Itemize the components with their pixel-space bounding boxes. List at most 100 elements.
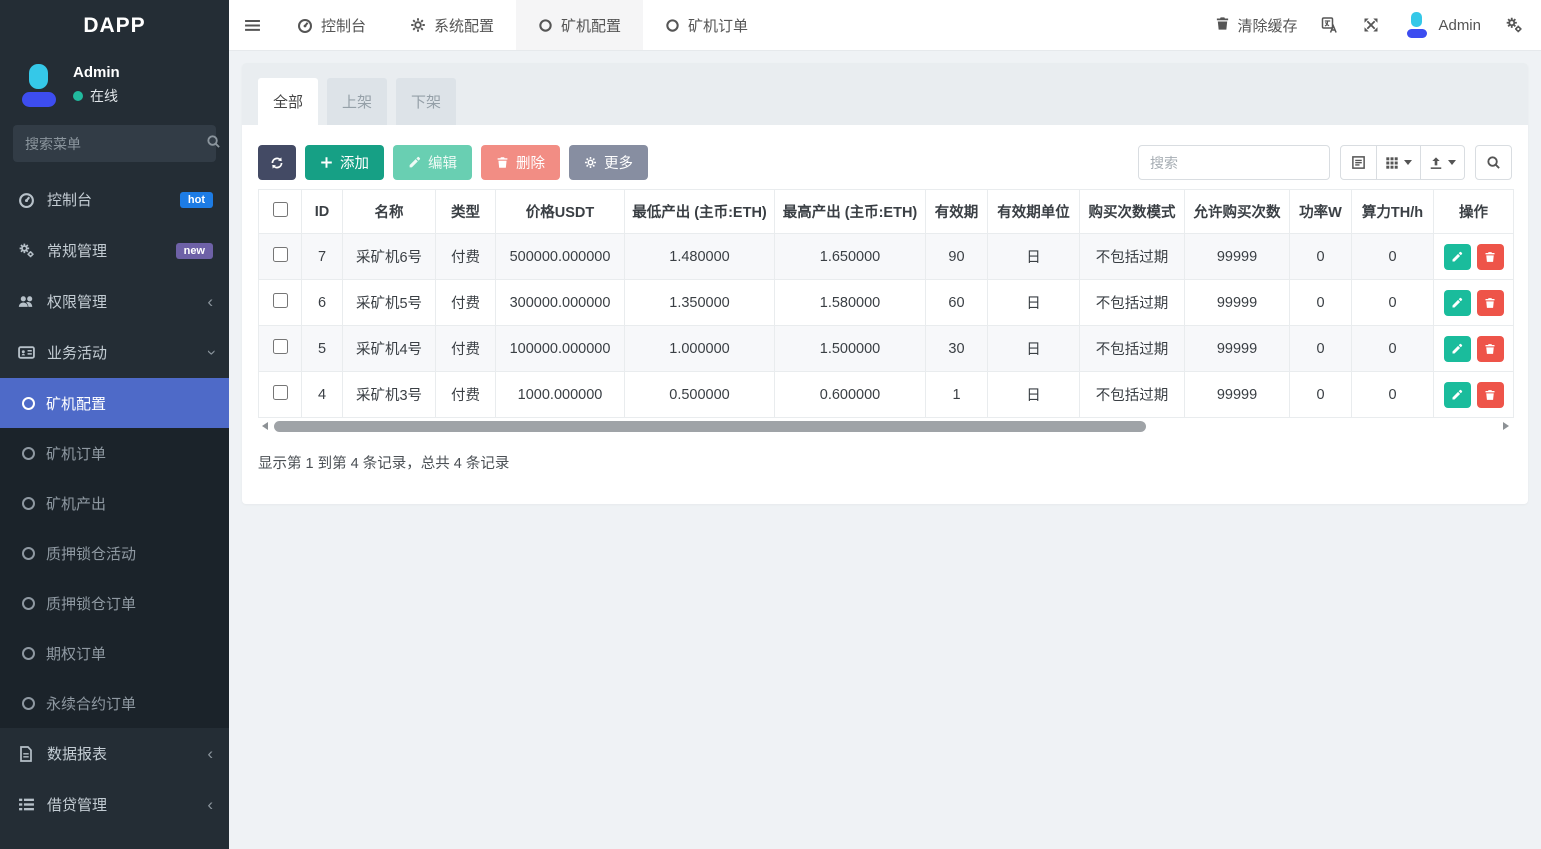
- sidebar-subitem-staking-orders[interactable]: 质押锁仓订单: [0, 578, 229, 628]
- sidebar-item-label: 借贷管理: [47, 794, 107, 815]
- export-button[interactable]: [1421, 145, 1465, 180]
- row-delete-button[interactable]: [1477, 290, 1504, 316]
- scroll-right-arrow-icon[interactable]: [1503, 422, 1509, 430]
- gear-icon: [584, 156, 597, 169]
- settings-button[interactable]: [1505, 16, 1523, 34]
- row-edit-button[interactable]: [1444, 382, 1471, 408]
- sidebar-item-permissions[interactable]: 权限管理 ‹: [0, 276, 229, 327]
- row-delete-button[interactable]: [1477, 336, 1504, 362]
- refresh-button[interactable]: [258, 145, 296, 180]
- col-min-output: 最低产出 (主币:ETH): [625, 190, 775, 234]
- pencil-icon: [408, 156, 421, 169]
- cell-power: 0: [1290, 372, 1352, 418]
- col-name: 名称: [343, 190, 436, 234]
- avatar-head: [1411, 12, 1422, 27]
- search-icon: [206, 134, 221, 154]
- sidebar-subitem-staking-activity[interactable]: 质押锁仓活动: [0, 528, 229, 578]
- pencil-icon: [1451, 389, 1463, 401]
- cell-period-unit: 日: [988, 234, 1080, 280]
- row-checkbox[interactable]: [273, 339, 288, 354]
- add-button-label: 添加: [340, 152, 369, 173]
- translate-button[interactable]: [1321, 16, 1339, 34]
- row-checkbox[interactable]: [273, 293, 288, 308]
- row-edit-button[interactable]: [1444, 336, 1471, 362]
- table-search-input[interactable]: [1138, 145, 1330, 180]
- cell-id: 6: [302, 280, 343, 326]
- tab-off-shelf[interactable]: 下架: [396, 78, 456, 125]
- row-checkbox[interactable]: [273, 247, 288, 262]
- nav-tab-miner-config[interactable]: 矿机配置: [516, 0, 643, 50]
- tab-on-shelf[interactable]: 上架: [327, 78, 387, 125]
- more-button[interactable]: 更多: [569, 145, 648, 180]
- chevron-left-icon: ‹: [207, 745, 213, 762]
- row-delete-button[interactable]: [1477, 382, 1504, 408]
- row-delete-button[interactable]: [1477, 244, 1504, 270]
- sidebar-item-reports[interactable]: 数据报表 ‹: [0, 728, 229, 779]
- edit-button[interactable]: 编辑: [393, 145, 472, 180]
- cell-hashrate: 0: [1352, 234, 1434, 280]
- select-all-checkbox[interactable]: [273, 202, 288, 217]
- toolbar-left: 添加 编辑 删除 更多: [258, 145, 648, 180]
- sidebar-item-label: 权限管理: [47, 291, 107, 312]
- cell-buy-mode: 不包括过期: [1080, 372, 1185, 418]
- cell-actions: [1434, 234, 1514, 280]
- cell-id: 4: [302, 372, 343, 418]
- scrollbar-thumb[interactable]: [274, 421, 1146, 432]
- menu-search-input[interactable]: [25, 136, 206, 152]
- table-row: 5 采矿机4号 付费 100000.000000 1.000000 1.5000…: [259, 326, 1514, 372]
- sidebar-subitem-miner-orders[interactable]: 矿机订单: [0, 428, 229, 478]
- cell-max-output: 1.500000: [775, 326, 926, 372]
- cell-type: 付费: [436, 280, 496, 326]
- tab-all[interactable]: 全部: [258, 78, 318, 125]
- cell-power: 0: [1290, 326, 1352, 372]
- scroll-left-arrow-icon[interactable]: [262, 422, 268, 430]
- columns-button[interactable]: [1377, 145, 1421, 180]
- detail-view-button[interactable]: [1340, 145, 1377, 180]
- sidebar-item-lending[interactable]: 借贷管理 ‹: [0, 779, 229, 830]
- cell-hashrate: 0: [1352, 372, 1434, 418]
- nav-tab-console[interactable]: 控制台: [275, 0, 388, 50]
- cell-buy-limit: 99999: [1185, 280, 1290, 326]
- user-menu[interactable]: Admin: [1403, 12, 1481, 38]
- hot-badge: hot: [180, 192, 213, 208]
- chevron-left-icon: ‹: [207, 796, 213, 813]
- clear-cache-button[interactable]: 清除缓存: [1215, 15, 1297, 36]
- cell-period: 1: [926, 372, 988, 418]
- search-button[interactable]: [1475, 145, 1512, 180]
- avatar-body: [22, 92, 56, 107]
- sidebar-subitem-miner-config[interactable]: 矿机配置: [0, 378, 229, 428]
- pagination-info: 显示第 1 到第 4 条记录，总共 4 条记录: [258, 452, 1512, 473]
- card-body: 添加 编辑 删除 更多: [242, 125, 1528, 489]
- cell-type: 付费: [436, 326, 496, 372]
- row-edit-button[interactable]: [1444, 244, 1471, 270]
- cell-name: 采矿机5号: [343, 280, 436, 326]
- cell-min-output: 1.480000: [625, 234, 775, 280]
- sidebar-item-business[interactable]: 业务活动 ‹: [0, 327, 229, 378]
- row-edit-button[interactable]: [1444, 290, 1471, 316]
- fullscreen-button[interactable]: [1363, 17, 1379, 33]
- delete-button[interactable]: 删除: [481, 145, 560, 180]
- refresh-icon: [270, 156, 284, 170]
- row-select-cell: [259, 372, 302, 418]
- col-max-output: 最高产出 (主币:ETH): [775, 190, 926, 234]
- sidebar-item-general[interactable]: 常规管理 new: [0, 225, 229, 276]
- trash-icon: [1484, 251, 1496, 263]
- menu-search: [13, 125, 216, 162]
- sidebar-subitem-option-orders[interactable]: 期权订单: [0, 628, 229, 678]
- menu-toggle-button[interactable]: [229, 0, 275, 50]
- col-power: 功率W: [1290, 190, 1352, 234]
- sidebar-subitem-label: 质押锁仓活动: [46, 543, 136, 564]
- row-checkbox[interactable]: [273, 385, 288, 400]
- main-content: 全部 上架 下架 添加 编辑: [229, 51, 1541, 849]
- sidebar-subitem-perpetual-orders[interactable]: 永续合约订单: [0, 678, 229, 728]
- sidebar-subitem-miner-output[interactable]: 矿机产出: [0, 478, 229, 528]
- horizontal-scrollbar[interactable]: [258, 420, 1513, 432]
- sidebar-item-console[interactable]: 控制台 hot: [0, 174, 229, 225]
- table-row: 7 采矿机6号 付费 500000.000000 1.480000 1.6500…: [259, 234, 1514, 280]
- add-button[interactable]: 添加: [305, 145, 384, 180]
- cell-id: 5: [302, 326, 343, 372]
- col-price: 价格USDT: [496, 190, 625, 234]
- nav-tab-miner-orders[interactable]: 矿机订单: [643, 0, 770, 50]
- circle-icon: [22, 697, 35, 710]
- nav-tab-system-config[interactable]: 系统配置: [388, 0, 516, 50]
